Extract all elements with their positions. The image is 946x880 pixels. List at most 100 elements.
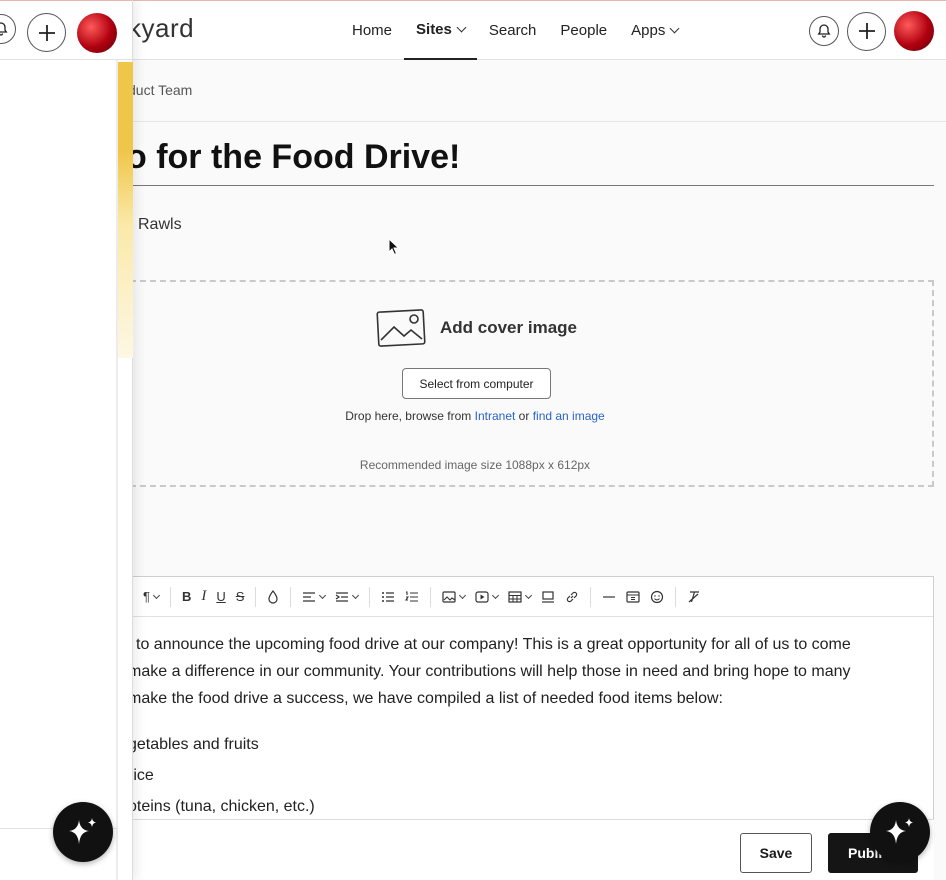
notifications-button[interactable] — [0, 14, 16, 44]
emoji-icon — [651, 590, 664, 603]
toolbar-divider — [290, 586, 292, 607]
underline-icon: U — [216, 589, 226, 604]
ai-assistant-button[interactable] — [870, 802, 930, 862]
embed-icon — [542, 590, 555, 603]
drop-instructions: Drop here, browse from Intranet or find … — [0, 409, 946, 423]
nav-apps[interactable]: Apps — [619, 1, 690, 60]
plus-icon — [38, 24, 55, 41]
rich-text-editor: ¶ B I U S l to announce the upcoming foo… — [128, 576, 934, 880]
italic-button[interactable]: I — [196, 586, 211, 608]
bell-icon — [0, 22, 8, 36]
toolbar-divider — [169, 586, 171, 607]
clear-format-icon — [689, 590, 700, 602]
bold-button[interactable]: B — [177, 586, 196, 608]
list-item: rice — [128, 767, 154, 784]
mouse-cursor-icon — [388, 238, 400, 256]
list-item: oteins (tuna, chicken, etc.) — [128, 798, 315, 815]
indent-icon — [336, 591, 349, 602]
side-panel — [0, 0, 133, 880]
horizontal-rule-button[interactable] — [597, 586, 621, 608]
nav-search-label: Search — [488, 22, 537, 39]
chevron-down-icon — [492, 591, 500, 599]
site-logo[interactable]: kyard — [128, 13, 194, 44]
avatar[interactable] — [894, 11, 934, 51]
image-icon — [376, 309, 426, 347]
align-button[interactable] — [297, 586, 330, 608]
insert-image-button[interactable] — [437, 586, 470, 608]
text-color-icon — [268, 589, 279, 604]
food-items-list: getables and fruits rice oteins (tuna, c… — [128, 729, 933, 822]
main-nav: Home Sites Search People Apps — [340, 1, 690, 60]
chevron-down-icon — [456, 22, 467, 33]
author-name: Rawls — [138, 216, 182, 233]
plus-icon — [858, 23, 875, 39]
nav-people-label: People — [560, 22, 608, 39]
insert-video-button[interactable] — [470, 586, 503, 608]
bold-icon: B — [181, 589, 192, 604]
paragraph-format-button[interactable]: ¶ — [138, 586, 164, 608]
widget-button[interactable] — [621, 586, 645, 608]
chevron-down-icon — [352, 591, 360, 599]
chevron-down-icon — [319, 591, 327, 599]
cover-header: Add cover image — [376, 308, 577, 348]
numbered-list-button[interactable] — [400, 586, 424, 608]
header-actions — [809, 11, 934, 51]
embed-button[interactable] — [536, 586, 560, 608]
highlight-strip — [118, 62, 133, 358]
bullet-list-icon — [382, 591, 395, 602]
strikethrough-button[interactable]: S — [231, 586, 250, 608]
page-title[interactable]: o for the Food Drive! — [126, 138, 460, 177]
nav-apps-label: Apps — [631, 22, 666, 39]
chevron-down-icon — [459, 591, 467, 599]
insert-table-button[interactable] — [503, 586, 536, 608]
emoji-button[interactable] — [645, 586, 669, 608]
drop-or: or — [515, 409, 533, 423]
notifications-button[interactable] — [809, 16, 839, 46]
editor-footer: Save Publi — [128, 819, 934, 880]
nav-home[interactable]: Home — [340, 1, 404, 60]
numbered-list-icon — [405, 590, 419, 602]
toolbar-divider — [255, 586, 257, 607]
find-image-link[interactable]: find an image — [533, 409, 605, 423]
paragraph-line: make the food drive a success, we have c… — [128, 690, 723, 707]
create-button[interactable] — [27, 13, 66, 52]
editor-toolbar: ¶ B I U S — [128, 577, 933, 617]
list-item: getables and fruits — [128, 736, 259, 753]
toolbar-divider — [369, 586, 371, 607]
ai-assistant-button[interactable] — [53, 802, 113, 862]
toolbar-divider — [590, 586, 592, 607]
editor-content[interactable]: l to announce the upcoming food drive at… — [128, 617, 933, 822]
underline-button[interactable]: U — [211, 586, 230, 608]
panel-header — [0, 0, 132, 60]
link-button[interactable] — [560, 586, 584, 608]
save-button[interactable]: Save — [740, 833, 812, 873]
intranet-link[interactable]: Intranet — [475, 409, 516, 423]
nav-home-label: Home — [352, 22, 393, 39]
nav-sites[interactable]: Sites — [404, 1, 477, 60]
text-color-button[interactable] — [262, 586, 284, 608]
indent-button[interactable] — [330, 586, 363, 608]
recommended-size-text: Recommended image size 1088px x 612px — [359, 458, 591, 472]
bullet-list-button[interactable] — [376, 586, 400, 608]
add-cover-image-label: Add cover image — [440, 318, 577, 337]
horizontal-rule-icon — [603, 595, 616, 598]
create-button[interactable] — [847, 11, 886, 51]
sparkle-icon — [886, 818, 913, 844]
avatar[interactable] — [77, 13, 117, 53]
clear-format-button[interactable] — [682, 586, 706, 608]
chevron-down-icon — [669, 23, 680, 34]
title-underline — [128, 185, 934, 186]
select-from-computer-button[interactable]: Select from computer — [402, 368, 551, 399]
top-header: kyard Home Sites Search People Apps — [0, 0, 946, 60]
paragraph-line: l to announce the upcoming food drive at… — [128, 636, 851, 653]
nav-search[interactable]: Search — [477, 1, 549, 60]
nav-people[interactable]: People — [548, 1, 619, 60]
toolbar-divider — [430, 586, 432, 607]
breadcrumb[interactable]: duct Team — [128, 82, 192, 98]
italic-icon: I — [201, 588, 207, 604]
divider — [128, 121, 946, 122]
video-icon — [475, 590, 490, 603]
paragraph-icon: ¶ — [143, 589, 150, 604]
bell-icon — [817, 24, 831, 38]
chevron-down-icon — [525, 591, 533, 599]
